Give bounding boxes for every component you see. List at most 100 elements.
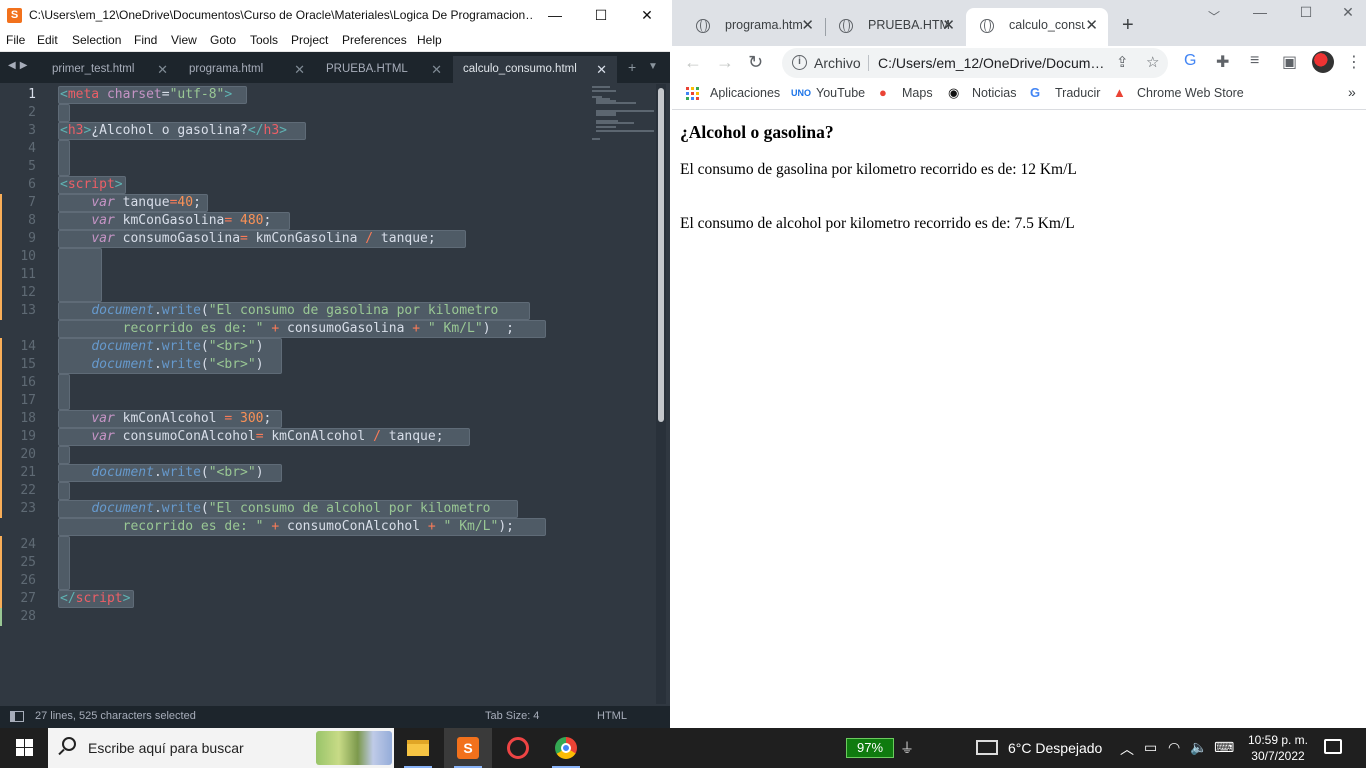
browser-tab-programa[interactable]: programa.html ✕: [682, 8, 824, 46]
line-number: 21: [20, 465, 36, 480]
chrome-maximize-button[interactable]: ☐: [1286, 4, 1326, 21]
modified-line-marker: [0, 302, 2, 320]
modified-line-marker: [0, 212, 2, 230]
bookmark-maps[interactable]: Maps: [902, 86, 933, 100]
code-line: recorrido es de: " + consumoConAlcohol +…: [122, 519, 514, 534]
taskbar-search[interactable]: Escribe aquí para buscar: [48, 728, 394, 768]
media-control-icon[interactable]: ≡: [1250, 52, 1259, 70]
menu-file[interactable]: File: [6, 33, 25, 47]
bookmark-noticias[interactable]: Noticias: [972, 86, 1016, 100]
tab-primer-test[interactable]: primer_test.html ✕: [42, 56, 178, 83]
chrome-minimize-button[interactable]: —: [1240, 4, 1280, 20]
bookmark-youtube[interactable]: YouTube: [816, 86, 865, 100]
code-line: recorrido es de: " + consumoGasolina + "…: [122, 321, 514, 336]
tab-size-setting[interactable]: Tab Size: 4: [485, 710, 539, 722]
show-hidden-icons-chevron-icon[interactable]: ︿: [1120, 739, 1134, 759]
tab-programa[interactable]: programa.html ✕: [179, 56, 315, 83]
back-arrow-icon[interactable]: ←: [684, 52, 702, 73]
new-tab-icon[interactable]: +: [628, 59, 636, 75]
selection-region: [58, 140, 70, 176]
close-tab-icon[interactable]: ✕: [801, 16, 814, 34]
reload-icon[interactable]: ↻: [748, 52, 763, 73]
syntax-setting[interactable]: HTML: [597, 710, 627, 722]
bookmark-traducir[interactable]: Traducir: [1055, 86, 1100, 100]
translate-extension-icon[interactable]: G: [1184, 52, 1196, 70]
added-line-marker: [0, 608, 2, 626]
extensions-puzzle-icon[interactable]: ✚: [1216, 52, 1229, 72]
menu-find[interactable]: Find: [134, 33, 157, 47]
code-line: var consumoGasolina= kmConGasolina / tan…: [91, 231, 436, 246]
line-number: 12: [20, 285, 36, 300]
tab-close-icon[interactable]: ✕: [596, 62, 607, 78]
windows-logo-icon: [16, 739, 24, 747]
volume-icon[interactable]: 🔈: [1190, 739, 1207, 756]
info-icon[interactable]: i: [792, 55, 807, 70]
bookmark-aplicaciones[interactable]: Aplicaciones: [710, 86, 780, 100]
forward-arrow-icon[interactable]: →: [716, 52, 734, 73]
menu-preferences[interactable]: Preferences: [342, 33, 407, 47]
file-explorer-taskbar-icon[interactable]: [394, 728, 442, 768]
line-number: 14: [20, 339, 36, 354]
line-number: 16: [20, 375, 36, 390]
menu-view[interactable]: View: [171, 33, 197, 47]
menu-edit[interactable]: Edit: [37, 33, 58, 47]
weather-text[interactable]: 6°C Despejado: [1008, 740, 1102, 756]
modified-line-marker: [0, 374, 2, 392]
minimap[interactable]: [592, 84, 654, 144]
notifications-icon[interactable]: [1324, 739, 1342, 754]
url-text[interactable]: C:/Users/em_12/OneDrive/Docum…: [878, 55, 1108, 71]
tab-prueba[interactable]: PRUEBA.HTML ✕: [316, 56, 452, 83]
wifi-icon[interactable]: ◠: [1168, 739, 1180, 756]
menu-help[interactable]: Help: [417, 33, 442, 47]
profile-avatar[interactable]: [1312, 51, 1334, 73]
menu-tools[interactable]: Tools: [250, 33, 278, 47]
close-button[interactable]: ✕: [624, 0, 670, 30]
close-tab-icon[interactable]: ✕: [1085, 16, 1098, 34]
code-line: var kmConGasolina= 480;: [91, 213, 272, 228]
battery-tray-icon[interactable]: ▭: [1144, 739, 1157, 756]
tab-navigation-arrows-icon[interactable]: ◀▶: [8, 60, 31, 71]
address-bar[interactable]: i Archivo C:/Users/em_12/OneDrive/Docum……: [782, 48, 1168, 78]
tab-close-icon[interactable]: ✕: [157, 62, 168, 78]
browser-tab-calculo-consumo[interactable]: calculo_consum ✕: [966, 8, 1108, 46]
minimize-button[interactable]: —: [532, 0, 578, 30]
code-line: var tanque=40;: [91, 195, 201, 210]
system-clock[interactable]: 10:59 p. m. 30/7/2022: [1246, 732, 1310, 764]
sublime-text-taskbar-icon[interactable]: S: [444, 728, 492, 768]
modified-line-marker: [0, 536, 2, 554]
bookmark-chrome-web-store[interactable]: Chrome Web Store: [1137, 86, 1244, 100]
menu-kebab-icon[interactable]: ⋮: [1346, 52, 1362, 72]
chrome-taskbar-icon[interactable]: [542, 728, 590, 768]
line-number: 7: [28, 195, 36, 210]
tab-label: PRUEBA.HTML: [326, 63, 408, 75]
maximize-button[interactable]: ☐: [578, 0, 624, 30]
browser-tab-prueba[interactable]: PRUEBA.HTML ✕: [825, 8, 965, 46]
more-bookmarks-chevron-icon[interactable]: »: [1348, 84, 1356, 100]
tab-search-chevron-icon[interactable]: ﹀: [1208, 8, 1220, 25]
tab-list-dropdown-icon[interactable]: ▼: [648, 61, 658, 72]
share-icon[interactable]: ⇪: [1116, 53, 1129, 71]
keyboard-icon[interactable]: ⌨: [1214, 739, 1234, 756]
battery-indicator[interactable]: 97%: [846, 738, 894, 758]
code-line: document.write("El consumo de alcohol po…: [91, 501, 499, 516]
app-taskbar-icon[interactable]: [494, 728, 542, 768]
line-number: 2: [28, 105, 36, 120]
side-panel-icon[interactable]: ▣: [1282, 52, 1297, 72]
chrome-close-button[interactable]: ✕: [1328, 4, 1366, 21]
close-tab-icon[interactable]: ✕: [942, 16, 955, 34]
new-tab-button[interactable]: +: [1122, 14, 1134, 37]
tab-calculo-consumo[interactable]: calculo_consumo.html ✕: [453, 56, 617, 83]
menu-project[interactable]: Project: [291, 33, 328, 47]
panel-toggle-icon[interactable]: [10, 711, 24, 722]
web-page-content: ¿Alcohol o gasolina? El consumo de gasol…: [672, 111, 1366, 728]
menu-selection[interactable]: Selection: [72, 33, 121, 47]
tab-close-icon[interactable]: ✕: [431, 62, 442, 78]
weather-icon[interactable]: [976, 740, 998, 755]
vertical-scrollbar-thumb[interactable]: [658, 88, 664, 422]
start-button[interactable]: [0, 728, 48, 768]
tab-close-icon[interactable]: ✕: [294, 62, 305, 78]
bookmark-star-icon[interactable]: ☆: [1146, 53, 1159, 71]
code-editor[interactable]: <meta charset="utf-8"> <h3>¿Alcohol o ga…: [58, 84, 590, 704]
menu-goto[interactable]: Goto: [210, 33, 236, 47]
code-line: document.write("<br>"): [91, 465, 264, 480]
